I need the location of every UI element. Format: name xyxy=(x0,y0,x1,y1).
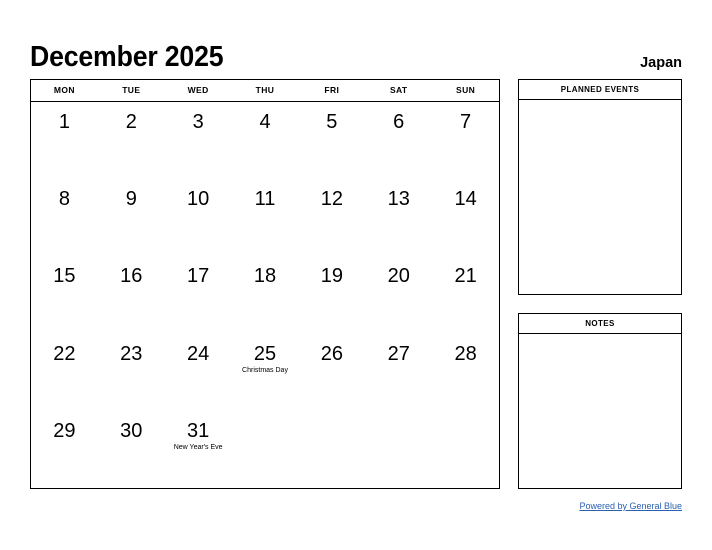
notes-title: NOTES xyxy=(519,314,681,334)
day-number: 17 xyxy=(187,265,210,288)
day-cell[interactable]: 12 xyxy=(298,179,365,256)
day-cell[interactable]: 10 xyxy=(165,179,232,256)
calendar-week-row: 8 9 10 11 12 13 14 xyxy=(31,179,499,256)
day-cell[interactable]: 16 xyxy=(98,256,165,333)
day-number: 18 xyxy=(253,265,277,288)
day-number: 8 xyxy=(58,188,70,211)
day-number: 3 xyxy=(192,111,204,133)
powered-by-link[interactable]: Powered by General Blue xyxy=(579,501,682,511)
day-cell[interactable]: 5 xyxy=(298,102,365,179)
day-number: 14 xyxy=(454,188,477,211)
calendar-weeks: 1 2 3 4 5 6 7 8 9 10 11 12 13 14 15 16 1… xyxy=(31,102,499,488)
weekday-header-sat: SAT xyxy=(389,85,408,95)
footer: Powered by General Blue xyxy=(518,496,682,514)
day-number: 15 xyxy=(53,265,76,288)
day-number: 1 xyxy=(58,111,70,133)
day-number: 22 xyxy=(53,342,76,365)
weekday-header-fri: FRI xyxy=(324,85,340,95)
day-number: 25 xyxy=(253,342,277,365)
planned-events-title: PLANNED EVENTS xyxy=(519,80,681,100)
day-number: 4 xyxy=(259,111,271,133)
page-header: December 2025 Japan xyxy=(30,28,682,72)
day-cell[interactable]: 6 xyxy=(365,102,432,179)
day-number: 21 xyxy=(454,265,477,288)
day-number: 12 xyxy=(320,188,343,211)
day-cell[interactable]: 30 xyxy=(98,411,165,488)
notes-panel: NOTES xyxy=(518,313,682,489)
day-cell-empty xyxy=(232,411,299,488)
day-cell[interactable]: 28 xyxy=(432,334,499,411)
day-number: 7 xyxy=(460,111,472,133)
notes-body[interactable] xyxy=(519,334,681,488)
calendar-week-row: 15 16 17 18 19 20 21 xyxy=(31,256,499,333)
weekday-header-mon: MON xyxy=(53,85,75,95)
weekday-header-tue: TUE xyxy=(122,85,141,95)
day-cell[interactable]: 22 xyxy=(31,334,98,411)
day-cell[interactable]: 15 xyxy=(31,256,98,333)
calendar-grid: MON TUE WED THU FRI SAT SUN 1 2 3 4 5 6 … xyxy=(30,79,500,489)
day-cell[interactable]: 9 xyxy=(98,179,165,256)
day-cell[interactable]: 26 xyxy=(298,334,365,411)
weekday-header-thu: THU xyxy=(255,85,275,95)
day-number: 27 xyxy=(387,342,410,365)
planned-events-body[interactable] xyxy=(519,100,681,294)
weekday-header-sun: SUN xyxy=(456,85,476,95)
day-number: 26 xyxy=(320,342,343,365)
day-number: 30 xyxy=(120,419,143,442)
day-number: 13 xyxy=(387,188,410,211)
day-cell[interactable]: 13 xyxy=(365,179,432,256)
day-number: 5 xyxy=(326,111,338,133)
day-cell[interactable]: 23 xyxy=(98,334,165,411)
day-cell[interactable]: 17 xyxy=(165,256,232,333)
day-cell[interactable]: 18 xyxy=(232,256,299,333)
day-number: 23 xyxy=(120,342,143,365)
day-cell[interactable]: 7 xyxy=(432,102,499,179)
day-cell[interactable]: 27 xyxy=(365,334,432,411)
day-cell-new-years-eve[interactable]: 31 New Year's Eve xyxy=(165,411,232,488)
day-cell[interactable]: 1 xyxy=(31,102,98,179)
day-cell[interactable]: 20 xyxy=(365,256,432,333)
day-cell[interactable]: 2 xyxy=(98,102,165,179)
day-cell[interactable]: 8 xyxy=(31,179,98,256)
day-number: 11 xyxy=(254,188,276,211)
country-label: Japan xyxy=(640,54,682,71)
day-number: 10 xyxy=(187,188,210,211)
weekday-header-wed: WED xyxy=(187,85,209,95)
day-number: 16 xyxy=(120,265,143,288)
day-cell-christmas[interactable]: 25 Christmas Day xyxy=(232,334,299,411)
day-number: 24 xyxy=(187,342,210,365)
day-cell[interactable]: 19 xyxy=(298,256,365,333)
weekday-header-row: MON TUE WED THU FRI SAT SUN xyxy=(31,80,499,102)
day-cell[interactable]: 11 xyxy=(232,179,299,256)
day-cell[interactable]: 29 xyxy=(31,411,98,488)
day-cell[interactable]: 21 xyxy=(432,256,499,333)
day-cell[interactable]: 14 xyxy=(432,179,499,256)
planned-events-panel: PLANNED EVENTS xyxy=(518,79,682,295)
day-number: 2 xyxy=(125,111,137,133)
day-event-label: Christmas Day xyxy=(242,366,288,374)
day-number: 6 xyxy=(393,111,405,133)
day-number: 19 xyxy=(320,265,343,288)
day-cell-empty xyxy=(298,411,365,488)
day-cell-empty xyxy=(365,411,432,488)
day-cell[interactable]: 4 xyxy=(232,102,299,179)
day-number: 9 xyxy=(125,188,137,211)
day-cell-empty xyxy=(432,411,499,488)
day-number: 31 xyxy=(187,419,210,442)
page-title: December 2025 xyxy=(30,41,224,73)
day-number: 29 xyxy=(53,419,76,442)
day-number: 28 xyxy=(454,342,477,365)
day-event-label: New Year's Eve xyxy=(173,443,223,451)
day-cell[interactable]: 3 xyxy=(165,102,232,179)
calendar-week-row: 22 23 24 25 Christmas Day 26 27 28 xyxy=(31,334,499,411)
calendar-page: December 2025 Japan MON TUE WED THU FRI … xyxy=(0,0,712,550)
calendar-week-row: 29 30 31 New Year's Eve xyxy=(31,411,499,488)
day-cell[interactable]: 24 xyxy=(165,334,232,411)
day-number: 20 xyxy=(387,265,410,288)
calendar-week-row: 1 2 3 4 5 6 7 xyxy=(31,102,499,179)
